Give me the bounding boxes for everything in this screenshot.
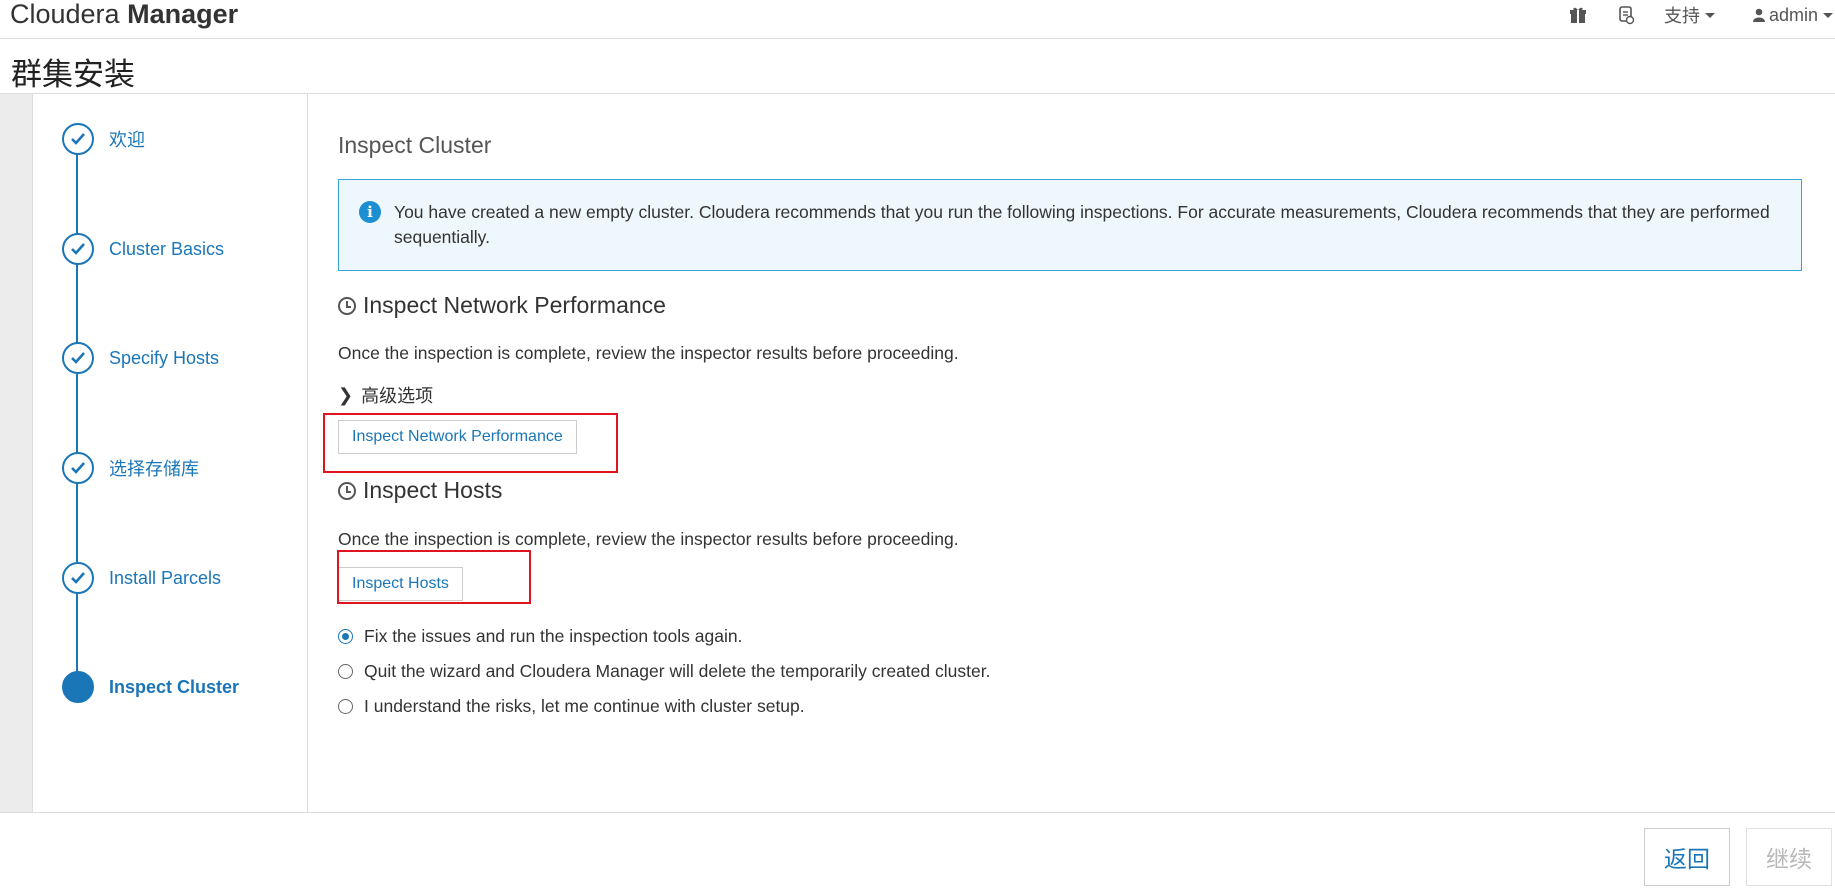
advanced-options-toggle[interactable]: ❯ 高级选项 <box>338 382 433 408</box>
gift-icon[interactable] <box>1564 1 1592 29</box>
option-label: I understand the risks, let me continue … <box>364 696 805 716</box>
step-label: Inspect Cluster <box>109 676 240 697</box>
clock-icon <box>338 296 356 315</box>
chevron-down-icon <box>1704 12 1715 18</box>
page-header: 群集安装 <box>0 39 1835 94</box>
option-label: Fix the issues and run the inspection to… <box>364 626 743 646</box>
release-notes-icon[interactable] <box>1612 1 1640 29</box>
left-gutter <box>0 94 33 812</box>
clock-icon <box>338 481 356 500</box>
step-label: Specify Hosts <box>109 347 220 368</box>
check-icon <box>62 342 94 374</box>
support-menu[interactable]: 支持 <box>1664 2 1715 28</box>
step-label: 选择存储库 <box>109 459 199 479</box>
support-label: 支持 <box>1663 6 1700 26</box>
section-title: Inspect Cluster <box>338 132 492 158</box>
release-notes-icon-svg <box>1619 6 1635 25</box>
back-button[interactable]: 返回 <box>1644 828 1730 886</box>
hosts-section-title: Inspect Hosts <box>338 477 502 504</box>
check-icon <box>62 562 94 594</box>
option-label: Quit the wizard and Cloudera Manager wil… <box>364 661 991 681</box>
network-description: Once the inspection is complete, review … <box>338 343 959 363</box>
hosts-description: Once the inspection is complete, review … <box>338 529 959 549</box>
user-icon <box>1752 8 1765 22</box>
hosts-title-text: Inspect Hosts <box>363 477 503 503</box>
active-step-dot-icon <box>62 671 94 703</box>
chevron-right-icon: ❯ <box>338 384 354 406</box>
option-quit-wizard[interactable]: Quit the wizard and Cloudera Manager wil… <box>338 661 990 682</box>
brand-logo[interactable]: Cloudera Manager <box>10 0 238 30</box>
brand-name-light: Cloudera <box>10 0 128 29</box>
radio-button[interactable] <box>338 699 353 714</box>
brand-name-bold: Manager <box>127 0 239 29</box>
check-icon <box>62 233 94 265</box>
radio-button[interactable] <box>338 664 353 679</box>
advanced-options-label: 高级选项 <box>361 386 434 406</box>
inspect-hosts-button[interactable]: Inspect Hosts <box>338 567 463 601</box>
check-icon <box>62 452 94 484</box>
step-inspect-cluster: Inspect Cluster <box>62 671 239 703</box>
wizard-footer: 返回 继续 <box>0 812 1835 890</box>
info-alert: i You have created a new empty cluster. … <box>338 179 1802 271</box>
user-label: admin <box>1768 4 1818 25</box>
check-icon <box>62 123 94 155</box>
step-label: 欢迎 <box>109 130 145 150</box>
network-title-text: Inspect Network Performance <box>363 292 666 318</box>
main-content: Inspect Cluster i You have created a new… <box>308 94 1835 812</box>
network-section-title: Inspect Network Performance <box>338 292 666 319</box>
steps-connector-line <box>76 139 78 687</box>
option-fix-issues[interactable]: Fix the issues and run the inspection to… <box>338 626 742 647</box>
step-welcome[interactable]: 欢迎 <box>62 123 145 155</box>
step-cluster-basics[interactable]: Cluster Basics <box>62 233 224 265</box>
step-label: Cluster Basics <box>109 238 225 259</box>
navbar-right: 支持 admin <box>1564 0 1835 30</box>
continue-button[interactable]: 继续 <box>1746 828 1832 886</box>
step-install-parcels[interactable]: Install Parcels <box>62 562 221 594</box>
page-title: 群集安装 <box>11 57 135 93</box>
user-menu[interactable]: admin <box>1752 4 1833 26</box>
step-specify-hosts[interactable]: Specify Hosts <box>62 342 219 374</box>
gift-icon-svg <box>1569 7 1586 23</box>
alert-text: You have created a new empty cluster. Cl… <box>394 202 1770 247</box>
chevron-down-icon <box>1823 12 1833 18</box>
inspect-network-button[interactable]: Inspect Network Performance <box>338 420 577 454</box>
option-continue-setup[interactable]: I understand the risks, let me continue … <box>338 696 805 717</box>
step-select-repository[interactable]: 选择存储库 <box>62 452 199 484</box>
step-label: Install Parcels <box>109 567 222 588</box>
info-icon: i <box>359 201 381 223</box>
radio-button[interactable] <box>338 629 353 644</box>
top-navbar: Cloudera Manager 支持 admin <box>0 0 1835 39</box>
wizard-steps: 欢迎 Cluster Basics Specify Hosts 选择存储库 In… <box>33 94 308 812</box>
